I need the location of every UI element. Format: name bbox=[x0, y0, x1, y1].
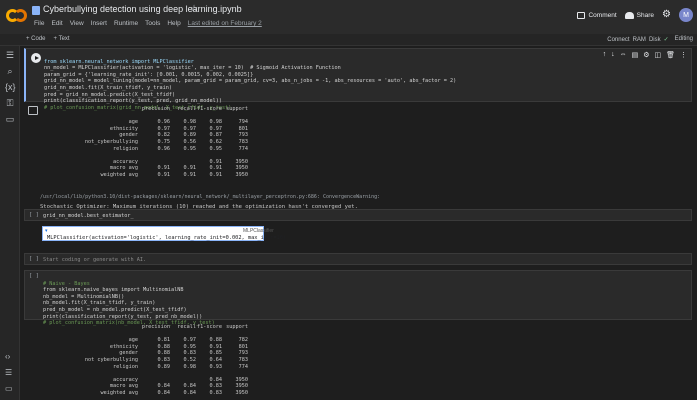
notebook-toolbar: + Code + Text Connect RAM Disk ✓ Editing bbox=[0, 34, 697, 46]
report-row: ethnicity 0.88 0.95 0.91 801 bbox=[109, 343, 248, 350]
user-avatar[interactable]: M bbox=[679, 8, 693, 22]
menu-insert[interactable]: Insert bbox=[91, 20, 107, 30]
link-icon[interactable]: ⇔ bbox=[620, 51, 627, 59]
code-cell-empty[interactable]: [ ] Start coding or generate with AI. bbox=[24, 253, 692, 265]
connected-check-icon: ✓ bbox=[663, 37, 669, 43]
move-up-icon[interactable]: ↑ bbox=[603, 51, 607, 59]
report-row: age 0.81 0.97 0.88 782 bbox=[128, 337, 248, 344]
add-text-button[interactable]: + Text bbox=[54, 36, 70, 42]
delete-cell-icon[interactable]: 🗑 bbox=[666, 51, 675, 59]
cell-output-naive-bayes: precision recall f1-score support age 0.8… bbox=[24, 322, 692, 400]
code-cell-naive-bayes[interactable]: [ ] # Naive - Bayes from sklearn.naive_ba… bbox=[24, 270, 692, 326]
cell-exec-count[interactable]: [ ] bbox=[29, 273, 39, 279]
comment-cell-icon[interactable]: ▤ bbox=[632, 51, 639, 59]
report-row: not cyberbullying 0.83 0.52 0.64 783 bbox=[84, 356, 248, 363]
run-cell-button[interactable] bbox=[31, 53, 41, 63]
code-editor[interactable]: grid_nn_model.best_estimator_ bbox=[43, 213, 134, 220]
report-header: precision recall f1-score support bbox=[141, 106, 248, 112]
menu-runtime[interactable]: Runtime bbox=[114, 20, 138, 30]
code-cell-best-estimator[interactable]: [ ] grid_nn_model.best_estimator_ bbox=[24, 209, 692, 221]
code-line: from sklearn.naive_bayes import Multinom… bbox=[43, 287, 184, 294]
report-row: not_cyberbullying 0.75 0.56 0.62 783 bbox=[84, 138, 248, 145]
classification-report: precision recall f1-score support age 0.8… bbox=[40, 324, 248, 397]
cell-exec-count[interactable]: [ ] bbox=[29, 212, 39, 218]
menu-file[interactable]: File bbox=[34, 20, 44, 30]
files-folder-icon[interactable]: ▭ bbox=[5, 114, 15, 124]
code-placeholder[interactable]: Start coding or generate with AI. bbox=[43, 257, 146, 264]
comment-button[interactable]: Comment bbox=[577, 11, 617, 19]
menu-bar: File Edit View Insert Runtime Tools Help… bbox=[34, 20, 262, 30]
cell-settings-icon[interactable]: ⚙ bbox=[643, 51, 649, 59]
colab-logo-icon[interactable] bbox=[6, 9, 28, 23]
settings-gear-icon[interactable]: ⚙ bbox=[662, 10, 671, 20]
mirror-cell-icon[interactable]: ◫ bbox=[654, 51, 661, 59]
menu-tools[interactable]: Tools bbox=[145, 20, 160, 30]
search-icon[interactable]: ⌕ bbox=[5, 66, 15, 76]
secrets-key-icon[interactable]: ⚿ bbox=[5, 98, 15, 108]
report-header: precision recall f1-score support bbox=[141, 324, 248, 330]
report-summary-row: macro avg 0.84 0.84 0.83 3950 bbox=[109, 383, 248, 390]
table-of-contents-icon[interactable]: ☰ bbox=[5, 50, 15, 60]
report-summary-row: macro avg 0.91 0.91 0.91 3950 bbox=[109, 165, 248, 172]
code-line: print(classification_report(y_test, pred… bbox=[43, 313, 203, 320]
cell-toolbar: ↑ ↓ ⇔ ▤ ⚙ ◫ 🗑 ⋮ bbox=[603, 51, 687, 59]
menu-edit[interactable]: Edit bbox=[51, 20, 62, 30]
menu-view[interactable]: View bbox=[70, 20, 84, 30]
code-line: pred = grid_nn_model.predict(X_test_tfid… bbox=[44, 91, 176, 98]
code-line: param_grid = {'learning_rate_init': [0.0… bbox=[44, 71, 254, 78]
code-line: nb_model = MultinomialNB() bbox=[43, 293, 125, 300]
convergence-warning: /usr/local/lib/python3.10/dist-packages/… bbox=[40, 194, 381, 200]
share-people-icon bbox=[624, 11, 634, 19]
report-summary-row: weighted avg 0.91 0.91 0.91 3950 bbox=[100, 171, 248, 178]
code-line: # Naive - Bayes bbox=[43, 280, 90, 287]
add-code-button[interactable]: + Code bbox=[26, 36, 46, 42]
report-row: ethnicity 0.97 0.97 0.97 801 bbox=[109, 125, 248, 132]
report-row: religion 0.96 0.95 0.95 774 bbox=[113, 145, 248, 152]
code-line: nn_model = MLPClassifier(activation = 'l… bbox=[44, 65, 341, 72]
last-edited-link[interactable]: Last edited on February 2 bbox=[188, 20, 262, 30]
code-line: nb_model.fit(X_train_tfidf, y_train) bbox=[43, 300, 156, 307]
code-line: from sklearn.neural_network import MLPCl… bbox=[44, 58, 194, 65]
code-line: grid_nn_model = model_tuning(model=nn_mo… bbox=[44, 78, 457, 85]
cell-output-mlp: precision recall f1-score support age 0.9… bbox=[24, 104, 692, 216]
variables-icon[interactable]: {x} bbox=[5, 82, 16, 92]
code-line: pred_nb_model = nb_model.predict(X_test_… bbox=[43, 306, 187, 313]
left-sidebar: ☰ ⌕ {x} ⚿ ▭ ‹› ☰ ▭ bbox=[0, 46, 20, 400]
output-actions-icon[interactable] bbox=[28, 106, 38, 115]
notebook-main: from sklearn.neural_network import MLPCl… bbox=[20, 46, 697, 400]
report-summary-row: accuracy 0.91 3950 bbox=[113, 158, 248, 165]
drive-file-icon[interactable] bbox=[32, 6, 40, 15]
classification-report: precision recall f1-score support age 0.9… bbox=[40, 106, 248, 179]
more-options-icon[interactable]: ⋮ bbox=[680, 51, 687, 59]
runtime-status[interactable]: Connect RAM Disk ✓ bbox=[607, 36, 669, 44]
report-row: age 0.96 0.98 0.98 794 bbox=[128, 119, 248, 126]
command-palette-icon[interactable]: ☰ bbox=[5, 368, 12, 377]
expand-icon[interactable]: ▾ bbox=[45, 228, 48, 234]
report-row: gender 0.88 0.83 0.85 793 bbox=[119, 350, 248, 357]
header-actions: Comment Share ⚙ M bbox=[577, 8, 693, 22]
notebook-title[interactable]: Cyberbullying detection using deep learn… bbox=[43, 4, 242, 14]
code-cell-mlp[interactable]: from sklearn.neural_network import MLPCl… bbox=[24, 48, 692, 111]
estimator-output[interactable]: ▾ MLPClassifier MLPClassifier(activation… bbox=[42, 226, 286, 241]
code-editor[interactable]: # Naive - Bayes from sklearn.naive_bayes … bbox=[43, 274, 215, 327]
comment-icon bbox=[577, 11, 586, 19]
app-header: Cyberbullying detection using deep learn… bbox=[0, 0, 697, 34]
report-row: gender 0.82 0.89 0.87 793 bbox=[119, 132, 248, 139]
move-down-icon[interactable]: ↓ bbox=[611, 51, 615, 59]
menu-help[interactable]: Help bbox=[167, 20, 180, 30]
terminal-icon[interactable]: ▭ bbox=[5, 384, 13, 393]
code-snippets-icon[interactable]: ‹› bbox=[5, 352, 10, 361]
report-summary-row: accuracy 0.84 3950 bbox=[113, 376, 248, 383]
report-summary-row: weighted avg 0.84 0.84 0.83 3950 bbox=[100, 389, 248, 396]
code-line: grid_nn_model.fit(X_train_tfidf, y_train… bbox=[44, 84, 173, 91]
code-editor[interactable]: from sklearn.neural_network import MLPCl… bbox=[44, 52, 456, 111]
editing-mode-button[interactable]: Editing bbox=[675, 36, 693, 43]
report-row: religion 0.89 0.98 0.93 774 bbox=[113, 363, 248, 370]
star-icon[interactable]: ☆ bbox=[190, 3, 198, 14]
share-button[interactable]: Share bbox=[624, 11, 654, 19]
cell-exec-count[interactable]: [ ] bbox=[29, 256, 39, 262]
